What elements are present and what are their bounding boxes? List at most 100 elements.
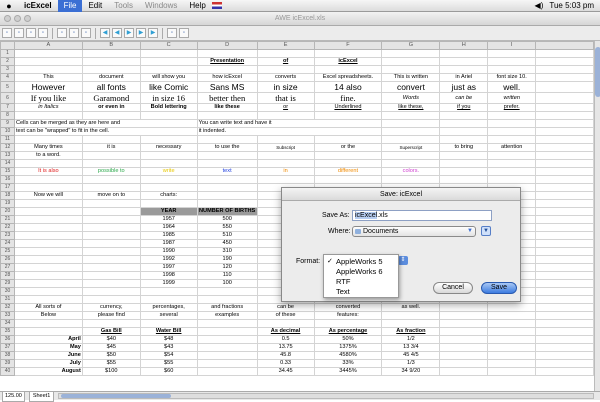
cell[interactable]: charts:	[139, 191, 198, 200]
cell[interactable]	[535, 367, 594, 376]
speaker-icon[interactable]: ◀)	[535, 1, 544, 10]
column-header[interactable]: C	[139, 41, 198, 50]
cell[interactable]	[13, 239, 83, 248]
cell[interactable]: 1/3	[381, 359, 441, 368]
cell[interactable]	[381, 111, 441, 120]
cell[interactable]: $54	[139, 351, 198, 360]
cell[interactable]	[13, 247, 83, 256]
cut-icon[interactable]: ▫	[57, 28, 67, 38]
cell[interactable]	[13, 279, 83, 288]
cell[interactable]: You can write text and have it	[196, 119, 383, 128]
cell[interactable]: it indented.	[196, 127, 383, 136]
cell[interactable]	[535, 303, 594, 312]
cell[interactable]: prefer.	[487, 103, 537, 112]
cell[interactable]	[256, 49, 315, 58]
cell[interactable]	[81, 255, 141, 264]
cell[interactable]: all fonts	[81, 81, 141, 93]
paste-icon[interactable]: ▫	[81, 28, 91, 38]
cell[interactable]	[535, 343, 594, 352]
cell[interactable]	[81, 271, 141, 280]
cell[interactable]: Now we will	[13, 191, 83, 200]
menu-edit[interactable]: Edit	[82, 0, 108, 12]
cell[interactable]	[256, 175, 315, 184]
cell[interactable]: $50	[81, 351, 141, 360]
cell[interactable]	[81, 279, 141, 288]
cell[interactable]: can be	[439, 92, 489, 104]
input-flag-icon[interactable]	[211, 2, 222, 9]
cell[interactable]	[196, 151, 258, 160]
cell[interactable]	[535, 73, 594, 82]
cell[interactable]: 1964	[139, 223, 198, 232]
cell[interactable]: well.	[487, 81, 537, 93]
cell[interactable]	[487, 335, 537, 344]
cell[interactable]	[439, 127, 489, 136]
cell[interactable]	[487, 367, 537, 376]
cell[interactable]	[535, 311, 594, 320]
cell[interactable]	[13, 65, 83, 74]
format-popup-arrow-icon[interactable]: ⇕	[398, 256, 408, 265]
cell[interactable]: necessary	[139, 143, 198, 152]
cell[interactable]	[256, 65, 315, 74]
cell[interactable]	[535, 351, 594, 360]
cell[interactable]	[81, 57, 141, 66]
cell[interactable]: or the	[313, 143, 383, 152]
cell[interactable]	[81, 223, 141, 232]
row-header[interactable]: 1	[0, 49, 15, 58]
cell[interactable]: percentages,	[139, 303, 198, 312]
cell[interactable]	[487, 57, 537, 66]
cell[interactable]: Gas Bill	[81, 327, 141, 336]
cell[interactable]: All sorts of	[13, 303, 83, 312]
cell[interactable]: that is	[256, 92, 315, 104]
cell[interactable]	[487, 303, 537, 312]
cell[interactable]: to use the	[196, 143, 258, 152]
cell[interactable]	[535, 57, 594, 66]
cell[interactable]	[381, 159, 441, 168]
cell[interactable]	[381, 119, 441, 128]
row-header[interactable]: 15	[0, 167, 15, 176]
cell[interactable]: 14 also	[313, 81, 383, 93]
cell[interactable]: 500	[196, 215, 258, 224]
cell[interactable]	[81, 199, 141, 208]
cell[interactable]	[13, 255, 83, 264]
cell[interactable]	[439, 159, 489, 168]
vertical-scrollbar[interactable]	[594, 41, 600, 391]
column-header-extra[interactable]	[535, 41, 594, 50]
cell[interactable]: If you like	[13, 92, 83, 104]
cell[interactable]	[487, 343, 537, 352]
cell[interactable]	[196, 295, 258, 304]
cell[interactable]: just as	[439, 81, 489, 93]
cell[interactable]: to bring	[439, 143, 489, 152]
cell[interactable]	[13, 215, 83, 224]
cell[interactable]: 100	[196, 279, 258, 288]
cell[interactable]: possible to	[81, 167, 141, 176]
cell[interactable]	[381, 135, 441, 144]
cell[interactable]	[487, 319, 537, 328]
cell[interactable]	[256, 111, 315, 120]
cell[interactable]	[439, 111, 489, 120]
cell[interactable]: can be	[256, 303, 315, 312]
cell[interactable]	[196, 159, 258, 168]
cell[interactable]	[139, 159, 198, 168]
cell[interactable]: if you	[439, 103, 489, 112]
menu-help[interactable]: Help	[183, 0, 211, 12]
cell[interactable]: 1985	[139, 231, 198, 240]
row-header[interactable]: 32	[0, 303, 15, 312]
cell[interactable]: 45.8	[256, 351, 315, 360]
cell[interactable]	[535, 271, 594, 280]
row-header[interactable]: 12	[0, 143, 15, 152]
cell[interactable]	[439, 57, 489, 66]
row-header[interactable]: 8	[0, 111, 15, 120]
cell[interactable]	[535, 287, 594, 296]
cell[interactable]: and fractions	[196, 303, 258, 312]
cell[interactable]: examples	[196, 311, 258, 320]
column-header[interactable]: D	[196, 41, 258, 50]
cell[interactable]	[535, 263, 594, 272]
cell[interactable]: $40	[81, 335, 141, 344]
row-header[interactable]: 7	[0, 103, 15, 112]
cell[interactable]	[439, 65, 489, 74]
cell[interactable]	[535, 183, 594, 192]
cell[interactable]	[13, 199, 83, 208]
cell[interactable]: 1997	[139, 263, 198, 272]
scrollbar-thumb[interactable]	[61, 394, 172, 398]
row-header[interactable]: 40	[0, 367, 15, 376]
